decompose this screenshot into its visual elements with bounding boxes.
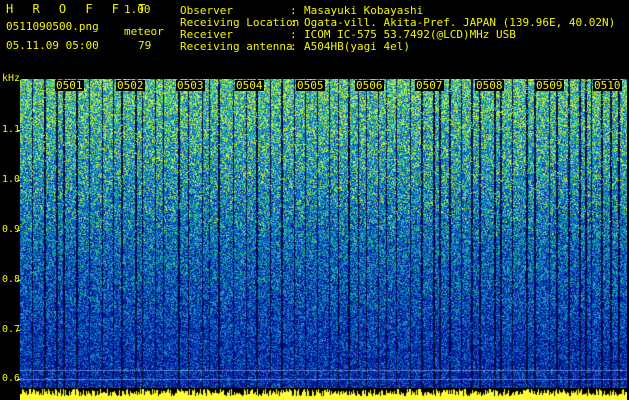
antenna-value: A504HB(yagi 4el) [304, 40, 410, 53]
app-version: 1.00 [124, 3, 151, 16]
y-axis-unit: kHz [2, 73, 21, 84]
antenna-label: Receiving antenna [180, 40, 293, 53]
x-tick-label: 0506 [355, 79, 384, 92]
spectrogram-canvas [20, 79, 627, 388]
x-tick-label: 0505 [296, 79, 325, 92]
x-tick-label: 0507 [415, 79, 444, 92]
x-tick-label: 0501 [55, 79, 84, 92]
meteor-label: meteor [124, 25, 164, 38]
baseline-strip [20, 388, 627, 400]
x-tick-label: 0509 [535, 79, 564, 92]
x-tick-label: 0510 [593, 79, 622, 92]
x-tick-label: 0504 [235, 79, 264, 92]
x-tick-label: 0502 [116, 79, 145, 92]
colon: : [290, 40, 297, 53]
x-tick-label: 0503 [176, 79, 205, 92]
meteor-count: 79 [138, 39, 152, 52]
filename-text: 0511090500.png [6, 20, 99, 33]
datetime-text: 05.11.09 05:00 [6, 39, 99, 52]
x-tick-label: 0508 [475, 79, 504, 92]
